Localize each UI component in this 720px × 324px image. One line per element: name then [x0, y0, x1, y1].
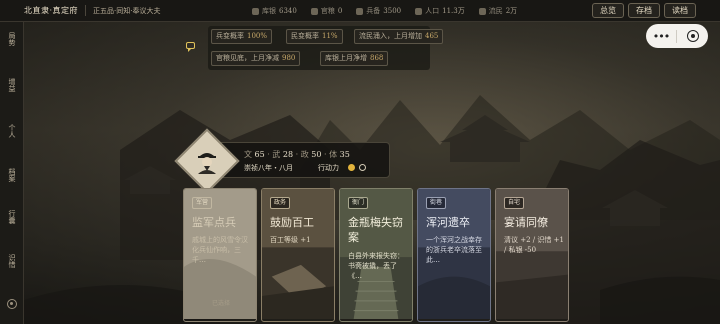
card-description: 戚城上的风雪令汉化兵仙作响，三千…: [192, 236, 248, 264]
soldier-icon: [356, 7, 364, 15]
sidebar-item-label: 增益: [8, 78, 16, 92]
card-tag: 军营: [192, 197, 213, 209]
status-notices: 兵变概率 100% 民变概率 11% 流民涌入，上月增加 465 官粮见底，上月净减 9…: [208, 26, 444, 70]
notice-label: 民变概率: [291, 32, 319, 40]
character-portrait[interactable]: [174, 128, 240, 194]
official-rank: 正五品·同知·奉议大夫: [93, 6, 161, 15]
card-tag: 自宅: [504, 197, 525, 209]
stat-label: 官粮: [320, 7, 335, 15]
resource-stats: 库银 6340 官粮 0 兵备 3500 人口 11.3万 流民 2万: [252, 0, 531, 22]
game-date: 崇祯八年・八月: [244, 164, 293, 172]
more-icon[interactable]: •••: [646, 30, 676, 43]
attr-value: 65: [254, 150, 265, 159]
action-points-label: 行动力: [318, 164, 339, 172]
card-tag: 政务: [270, 197, 291, 209]
action-card-stolen-book-case[interactable]: 衙门 金瓶梅失窃案 白县外来报失窃：书斋被撬，丢了《…: [339, 188, 413, 322]
sidebar-item-inventory[interactable]: 行囊: [0, 210, 24, 227]
attr-value: 35: [339, 150, 350, 159]
top-buttons: 总览 存档 读档: [592, 3, 696, 18]
card-title: 鼓励百工: [270, 216, 314, 229]
attr-label: 体: [329, 150, 338, 159]
official-portrait-icon: [194, 148, 220, 174]
notice-label: 官粮见底，上月净减: [216, 54, 279, 62]
treasury-icon: [252, 7, 259, 15]
card-title: 宴请同僚: [504, 216, 548, 229]
top-bar: 北直隶·真定府 正五品·同知·奉议大夫 库银 6340 官粮 0 兵备 3500 人口…: [0, 0, 720, 22]
stat-label: 流民: [488, 7, 503, 15]
stat-grain: 官粮 0: [310, 6, 343, 16]
stat-label: 兵备: [366, 7, 381, 15]
miniprogram-capsule: •••: [646, 24, 708, 48]
sidebar-item-label: 行囊: [8, 210, 16, 224]
settings-icon[interactable]: [7, 299, 17, 309]
sidebar-item-label: 局势: [8, 32, 16, 46]
card-title: 监军点兵: [192, 216, 236, 229]
card-description: 百工等级 +1: [270, 236, 311, 244]
sidebar-item-archive[interactable]: 档案: [0, 168, 24, 185]
refugee-icon: [478, 7, 486, 15]
notice-treasury-gain: 库银上月净增 868: [320, 51, 389, 66]
overview-button[interactable]: 总览: [592, 3, 624, 18]
action-point-available: [348, 164, 355, 171]
card-title: 金瓶梅失窃案: [348, 216, 403, 244]
notice-label: 流民涌入，上月增加: [359, 32, 422, 40]
notice-value: 11%: [322, 32, 338, 40]
stat-value: 0: [337, 7, 343, 15]
action-point-empty: [359, 164, 366, 171]
stat-population: 人口 11.3万: [415, 6, 465, 16]
chat-icon[interactable]: [186, 42, 195, 52]
attr-label: 武: [272, 150, 281, 159]
attr-label: 文: [244, 150, 252, 159]
attr-label: 政: [300, 150, 309, 159]
stat-soldiers: 兵备 3500: [356, 6, 401, 16]
character-attributes: 文 65 · 武 28 · 政 50 · 体 35: [244, 150, 350, 159]
sidebar-item-relations[interactable]: 识惜: [0, 254, 24, 271]
close-icon[interactable]: [677, 30, 708, 42]
action-card-encourage-crafts[interactable]: 政务 鼓励百工 百工等级 +1: [261, 188, 335, 322]
action-card-hun-river-veteran[interactable]: 街巷 浑河遗卒 一个浑河之战幸存的浙兵老卒流落至此…: [417, 188, 491, 322]
region-title: 北直隶·真定府: [24, 6, 79, 15]
notice-label: 兵变概率: [216, 32, 244, 40]
card-title: 浑河遗卒: [426, 216, 470, 229]
sidebar-item-label: 档案: [8, 168, 16, 182]
stat-value: 2万: [505, 7, 518, 15]
attr-value: 28: [282, 150, 294, 159]
save-button[interactable]: 存档: [628, 3, 660, 18]
card-tag: 街巷: [426, 197, 447, 209]
stat-refugees: 流民 2万: [478, 6, 518, 16]
sidebar-item-label: 个人: [8, 124, 16, 138]
stat-value: 6340: [279, 7, 297, 15]
population-icon: [415, 7, 423, 15]
card-description: 清议 +2 / 识惜 +1 / 私银 -50: [504, 236, 564, 254]
notice-revolt-chance: 民变概率 11%: [286, 29, 343, 44]
sidebar-item-situation[interactable]: 局势: [0, 32, 24, 49]
notice-refugee-inflow: 流民涌入，上月增加 465: [354, 29, 444, 44]
attr-value: 50: [311, 150, 322, 159]
grain-icon: [310, 7, 318, 15]
card-description: 一个浑河之战幸存的浙兵老卒流落至此…: [426, 236, 482, 264]
card-selected-status: 已选择: [211, 300, 230, 307]
stat-treasury: 库银 6340: [252, 6, 297, 16]
notice-grain-shortage: 官粮见底，上月净减 980: [211, 51, 301, 66]
divider: [85, 5, 87, 16]
sidebar-item-label: 识惜: [8, 254, 16, 268]
notice-value: 868: [370, 54, 384, 62]
action-card-military-inspection[interactable]: 军营 监军点兵 戚城上的风雪令汉化兵仙作响，三千… 已选择: [183, 188, 257, 322]
sidebar-item-buffs[interactable]: 增益: [0, 78, 24, 95]
sidebar-item-personal[interactable]: 个人: [0, 124, 24, 141]
notice-mutiny-chance: 兵变概率 100%: [211, 29, 273, 44]
card-description: 白县外来报失窃：书斋被撬，丢了《…: [348, 252, 404, 280]
notice-value: 465: [425, 32, 439, 40]
stat-label: 人口: [425, 7, 440, 15]
notice-value: 980: [282, 54, 296, 62]
stat-label: 库银: [262, 7, 276, 15]
card-tag: 衙门: [348, 197, 369, 209]
notice-value: 100%: [247, 32, 268, 40]
notice-label: 库银上月净增: [325, 54, 367, 62]
stat-value: 11.3万: [442, 7, 465, 15]
stat-value: 3500: [383, 7, 402, 15]
sidebar: 局势 增益 个人 档案 行囊 识惜: [0, 22, 24, 324]
load-button[interactable]: 读档: [664, 3, 696, 18]
action-card-host-banquet[interactable]: 自宅 宴请同僚 清议 +2 / 识惜 +1 / 私银 -50: [495, 188, 569, 322]
